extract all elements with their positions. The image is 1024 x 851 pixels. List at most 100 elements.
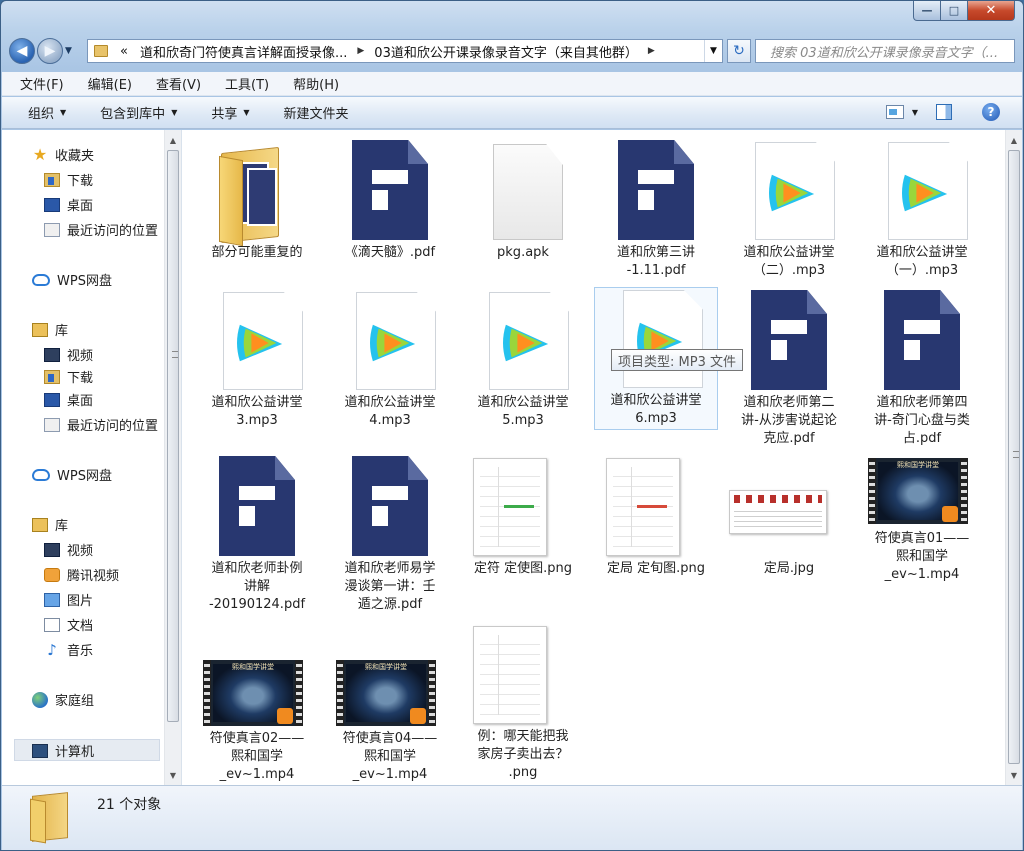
file-item[interactable]: 道和欣公益讲堂 3.mp3 (195, 290, 319, 430)
sidebar-label: 桌面 (67, 199, 94, 214)
close-button[interactable]: ✕ (968, 1, 1015, 21)
refresh-button[interactable]: ↻ (727, 39, 751, 63)
sidebar-item-pictures[interactable]: 图片 (44, 590, 93, 609)
computer-icon (32, 743, 48, 758)
chevron-down-icon: ▼ (171, 108, 178, 117)
sidebar-label: WPS网盘 (57, 274, 112, 289)
pdf-file-icon (352, 140, 428, 240)
cloud-icon (32, 273, 50, 286)
sidebar-item-desktop[interactable]: 桌面 (44, 195, 93, 214)
sidebar-homegroup[interactable]: 家庭组 (32, 690, 94, 709)
forward-button[interactable]: ▶ (37, 38, 63, 64)
sidebar-computer[interactable]: 计算机 (32, 741, 94, 760)
menu-bar: 文件(F) 编辑(E) 查看(V) 工具(T) 帮助(H) (2, 72, 1022, 96)
content-area: ★ 收藏夹 下载 桌面 最近访问的位置 WPS网盘 库 视频 下载 桌面 最近访问… (2, 130, 1022, 785)
file-item[interactable]: 熙和国学讲堂 符使真言04—— 熙和国学 _ev~1.mp4 (328, 626, 452, 784)
address-separator-icon[interactable]: ▶ (353, 46, 368, 56)
menu-edit[interactable]: 编辑(E) (88, 74, 132, 93)
audio-file-icon (888, 142, 968, 240)
sidebar-item-videos[interactable]: 视频 (44, 540, 93, 559)
sidebar-label: 下载 (67, 174, 94, 189)
file-item[interactable]: 道和欣老师第二 讲-从涉害说起论 克应.pdf (727, 290, 851, 448)
scroll-down-icon[interactable]: ▼ (1006, 767, 1022, 783)
file-item[interactable]: 部分可能重复的 (195, 140, 319, 262)
organize-button[interactable]: 组织 ▼ (28, 103, 66, 122)
help-icon[interactable]: ? (982, 103, 1000, 121)
address-separator-icon[interactable]: ▶ (644, 46, 659, 56)
address-prefix[interactable]: « (114, 44, 134, 59)
address-bar[interactable]: « 道和欣奇门符使真言详解面授录像... ▶ 03道和欣公开课录像录音文字（来自… (87, 39, 723, 63)
file-item[interactable]: 道和欣公益讲堂 （二）.mp3 (727, 140, 851, 280)
sidebar-libraries[interactable]: 库 (32, 320, 68, 339)
sidebar-item-videos[interactable]: 视频 (44, 345, 93, 364)
address-segment[interactable]: 03道和欣公开课录像录音文字（来自其他群） (368, 42, 644, 61)
sidebar-item-downloads[interactable]: 下载 (44, 170, 93, 189)
minimize-button[interactable]: — (913, 1, 941, 21)
menu-help[interactable]: 帮助(H) (293, 74, 339, 93)
sidebar-item-recent[interactable]: 最近访问的位置 (44, 415, 158, 434)
explorer-window: — □ ✕ ◀ ▶ ▼ « 道和欣奇门符使真言详解面授录像... ▶ 03道和欣… (0, 0, 1024, 851)
sidebar-libraries[interactable]: 库 (32, 515, 68, 534)
sidebar-label: 桌面 (67, 394, 94, 409)
sidebar-item-documents[interactable]: 文档 (44, 615, 93, 634)
file-name: 道和欣老师第四 讲-奇门心盘与类 占.pdf (874, 395, 970, 446)
preview-pane-icon[interactable] (936, 104, 952, 120)
sidebar-wps-cloud[interactable]: WPS网盘 (32, 270, 112, 289)
share-button[interactable]: 共享 ▼ (211, 103, 249, 122)
pdf-file-icon (618, 140, 694, 240)
sidebar-item-desktop[interactable]: 桌面 (44, 390, 93, 409)
sidebar-favorites[interactable]: ★ 收藏夹 (32, 145, 94, 164)
file-item[interactable]: 例：哪天能把我 家房子卖出去？ .png (461, 624, 585, 782)
sidebar-scrollbar[interactable]: ▲ ▼ (164, 130, 181, 785)
file-name: 道和欣公益讲堂 5.mp3 (477, 395, 569, 428)
file-item[interactable]: 道和欣老师第四 讲-奇门心盘与类 占.pdf (860, 290, 984, 448)
navigation-pane: ★ 收藏夹 下载 桌面 最近访问的位置 WPS网盘 库 视频 下载 桌面 最近访问… (2, 130, 182, 785)
include-in-library-button[interactable]: 包含到库中 ▼ (100, 103, 177, 122)
file-item[interactable]: 道和欣公益讲堂 （一）.mp3 (860, 140, 984, 280)
address-segment[interactable]: 道和欣奇门符使真言详解面授录像... (134, 42, 353, 61)
file-item[interactable]: 道和欣第三讲 -1.11.pdf (594, 140, 718, 280)
file-item[interactable]: 道和欣老师易学 漫谈第一讲：壬 遁之源.pdf (328, 456, 452, 614)
scroll-up-icon[interactable]: ▲ (1006, 132, 1022, 148)
file-item[interactable]: 道和欣公益讲堂 4.mp3 (328, 290, 452, 430)
search-input[interactable]: 搜索 03道和欣公开课录像录音文字（... (755, 39, 1015, 63)
sidebar-item-downloads[interactable]: 下载 (44, 367, 93, 386)
item-type-tooltip: 项目类型: MP3 文件 (611, 349, 743, 371)
menu-view[interactable]: 查看(V) (156, 74, 201, 93)
video-player-badge-icon (942, 506, 958, 522)
scroll-thumb[interactable] (167, 150, 179, 722)
play-logo-icon (764, 169, 822, 217)
file-item[interactable]: 熙和国学讲堂 符使真言01—— 熙和国学 _ev~1.mp4 (860, 456, 984, 584)
sidebar-item-tencent-video[interactable]: 腾讯视频 (44, 565, 119, 584)
file-list-scrollbar[interactable]: ▲ ▼ (1005, 130, 1022, 785)
file-item[interactable]: 定局 定旬图.png (594, 456, 718, 578)
menu-file[interactable]: 文件(F) (20, 74, 64, 93)
scroll-up-icon[interactable]: ▲ (165, 132, 181, 148)
file-item[interactable]: pkg.apk (461, 140, 585, 262)
back-button[interactable]: ◀ (9, 38, 35, 64)
file-item[interactable]: 定符 定使图.png (461, 456, 585, 578)
pictures-icon (44, 592, 60, 607)
file-name: 道和欣公益讲堂 3.mp3 (211, 395, 303, 428)
file-item[interactable]: 定局.jpg (727, 456, 851, 578)
folder-icon (219, 146, 283, 247)
scroll-down-icon[interactable]: ▼ (165, 767, 181, 783)
scroll-thumb[interactable] (1008, 150, 1020, 764)
sidebar-item-recent[interactable]: 最近访问的位置 (44, 220, 158, 239)
maximize-button[interactable]: □ (941, 1, 968, 21)
file-item[interactable]: 道和欣公益讲堂 5.mp3 (461, 290, 585, 430)
change-view-icon[interactable] (885, 105, 904, 119)
file-item[interactable]: 道和欣老师卦例 讲解 -20190124.pdf (195, 456, 319, 614)
caption-buttons: — □ ✕ (913, 1, 1015, 21)
recent-pages-dropdown[interactable]: ▼ (65, 46, 79, 56)
file-item[interactable]: 《滴天髓》.pdf (328, 140, 452, 262)
new-folder-button[interactable]: 新建文件夹 (284, 103, 349, 122)
video-player-badge-icon (277, 708, 293, 724)
view-options-dropdown-icon[interactable]: ▼ (912, 108, 918, 117)
file-item[interactable]: 熙和国学讲堂 符使真言02—— 熙和国学 _ev~1.mp4 (195, 626, 319, 784)
sidebar-item-music[interactable]: ♪ 音乐 (44, 640, 93, 659)
menu-tools[interactable]: 工具(T) (225, 74, 269, 93)
mp3-thumbnail (461, 290, 585, 390)
sidebar-wps-cloud[interactable]: WPS网盘 (32, 465, 112, 484)
address-dropdown-icon[interactable]: ▼ (704, 40, 722, 62)
